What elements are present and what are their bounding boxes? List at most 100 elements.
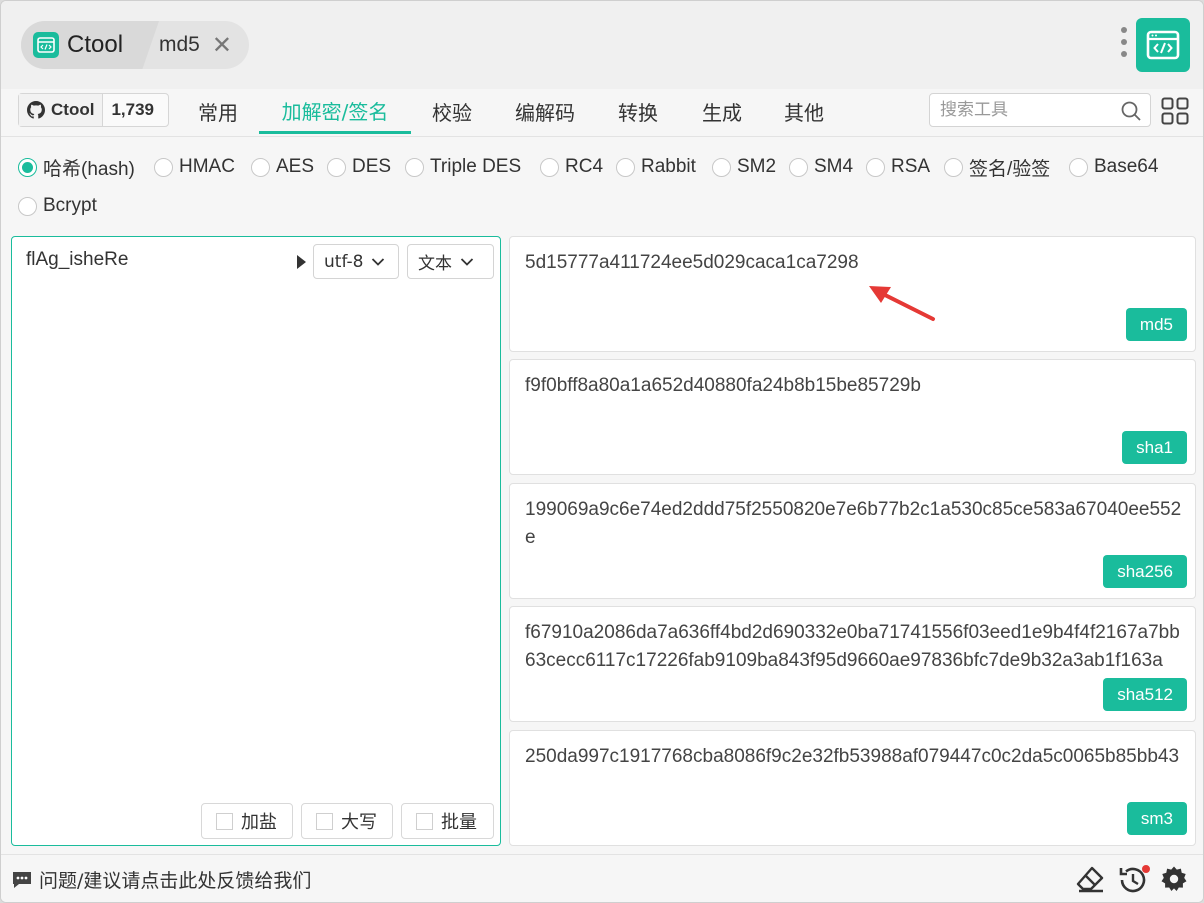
encoding-select-value: utf-8 — [324, 251, 364, 272]
github-star-count: 1,739 — [111, 100, 154, 119]
tab-verify[interactable]: 校验 — [421, 89, 483, 134]
tab-other[interactable]: 其他 — [773, 89, 835, 134]
checkbox-label: 加盐 — [241, 812, 277, 833]
app-logo-icon[interactable] — [1136, 18, 1190, 72]
result-value[interactable]: f9f0bff8a80a1a652d40880fa24b8b15be85729b — [525, 372, 1185, 400]
input-panel[interactable]: flAg_isheRe utf-8 文本 加盐 大写 批量 — [11, 236, 501, 846]
result-tag-sha256[interactable]: sha256 — [1103, 555, 1187, 588]
radio-sign-verify[interactable]: 签名/验签 — [944, 154, 1050, 180]
radio-rabbit[interactable]: Rabbit — [616, 154, 696, 180]
radio-circle — [18, 196, 37, 216]
more-menu-icon[interactable] — [1119, 27, 1129, 61]
result-tag-md5[interactable]: md5 — [1125, 308, 1187, 341]
radio-label: RSA — [891, 156, 931, 177]
radio-circle — [1069, 157, 1088, 177]
play-icon[interactable] — [296, 254, 307, 270]
radio-des[interactable]: DES — [327, 154, 391, 180]
result-value[interactable]: 5d15777a411724ee5d029caca1ca7298 — [525, 249, 1185, 277]
checkbox-label: 大写 — [341, 812, 377, 833]
radio-circle — [251, 157, 270, 177]
format-select-value: 文本 — [418, 254, 452, 274]
tab-generate[interactable]: 生成 — [691, 89, 753, 134]
result-value[interactable]: f67910a2086da7a636ff4bd2d690332e0ba71741… — [525, 619, 1185, 675]
radio-label: DES — [352, 156, 392, 177]
eraser-icon[interactable] — [1075, 865, 1105, 893]
tab-ctool-label: Ctool — [67, 31, 124, 58]
chat-bubble-icon — [13, 871, 31, 888]
tab-encrypt-sign[interactable]: 加解密/签名 — [259, 89, 411, 134]
tab-encode-decode[interactable]: 编解码 — [503, 89, 587, 134]
radio-circle — [327, 157, 346, 177]
radio-label: RC4 — [565, 156, 604, 177]
title-bar: Ctool md5 ✕ — [1, 1, 1203, 89]
radio-circle — [540, 157, 559, 177]
checkbox-box — [316, 812, 333, 830]
radio-label: 签名/验签 — [969, 158, 1051, 180]
batch-checkbox[interactable]: 批量 — [401, 803, 494, 839]
github-badge[interactable]: Ctool 1,739 — [18, 93, 169, 127]
close-icon[interactable]: ✕ — [212, 33, 232, 57]
radio-aes[interactable]: AES — [251, 154, 314, 180]
radio-bcrypt[interactable]: Bcrypt — [18, 193, 97, 219]
grid-icon[interactable] — [1161, 97, 1189, 125]
radio-label: Bcrypt — [43, 195, 97, 216]
radio-hmac[interactable]: HMAC — [154, 154, 235, 180]
encoding-select[interactable]: utf-8 — [313, 244, 399, 279]
chevron-down-icon — [460, 257, 474, 266]
radio-label: SM4 — [814, 156, 854, 177]
radio-rc4[interactable]: RC4 — [540, 154, 603, 180]
result-tag-sm3[interactable]: sm3 — [1126, 802, 1187, 835]
result-md5[interactable]: 5d15777a411724ee5d029caca1ca7298 md5 — [509, 236, 1196, 352]
result-value[interactable]: 250da997c1917768cba8086f9c2e32fb53988af0… — [525, 743, 1185, 771]
nav-bar: Ctool 1,739 常用 加解密/签名 校验 编解码 转换 生成 其他 — [1, 89, 1203, 137]
search-box — [929, 93, 1151, 127]
radio-label: AES — [276, 156, 315, 177]
radio-triple-des[interactable]: Triple DES — [405, 154, 521, 180]
tab-common[interactable]: 常用 — [187, 89, 249, 134]
result-sha512[interactable]: f67910a2086da7a636ff4bd2d690332e0ba71741… — [509, 606, 1196, 722]
radio-rsa[interactable]: RSA — [866, 154, 930, 180]
radio-sm4[interactable]: SM4 — [789, 154, 853, 180]
radio-hash[interactable]: 哈希(hash) — [18, 154, 135, 180]
result-tag-sha1[interactable]: sha1 — [1122, 431, 1187, 464]
radio-label: HMAC — [179, 156, 235, 177]
radio-base64[interactable]: Base64 — [1069, 154, 1158, 180]
feedback-link[interactable]: 问题/建议请点击此处反馈给我们 — [11, 866, 311, 893]
tab-md5[interactable]: md5 ✕ — [159, 21, 249, 69]
tab-group: Ctool md5 ✕ — [21, 21, 249, 69]
result-sha1[interactable]: f9f0bff8a80a1a652d40880fa24b8b15be85729b… — [509, 359, 1196, 475]
search-icon[interactable] — [1120, 100, 1142, 122]
format-select[interactable]: 文本 — [407, 244, 494, 279]
settings-gear-icon[interactable] — [1160, 865, 1188, 893]
feedback-text: 问题/建议请点击此处反馈给我们 — [39, 870, 312, 892]
ctool-logo-icon — [33, 32, 59, 58]
radio-label: SM2 — [737, 156, 777, 177]
search-input[interactable] — [940, 100, 1120, 120]
annotation-arrow-icon — [869, 286, 935, 321]
radio-label: Base64 — [1094, 156, 1159, 177]
uppercase-checkbox[interactable]: 大写 — [301, 803, 393, 839]
result-sha256[interactable]: 199069a9c6e74ed2ddd75f2550820e7e6b77b2c1… — [509, 483, 1196, 599]
tab-ctool[interactable]: Ctool — [21, 21, 159, 69]
result-tag-sha512[interactable]: sha512 — [1103, 678, 1187, 711]
app-window: Ctool md5 ✕ Ctool 1,739 常用 加解密/签名 校验 编解码… — [0, 0, 1204, 903]
result-sm3[interactable]: 250da997c1917768cba8086f9c2e32fb53988af0… — [509, 730, 1196, 846]
result-value[interactable]: 199069a9c6e74ed2ddd75f2550820e7e6b77b2c1… — [525, 496, 1185, 552]
radio-circle — [405, 157, 424, 177]
tab-convert[interactable]: 转换 — [607, 89, 669, 134]
github-label: Ctool — [19, 94, 104, 126]
radio-circle — [712, 157, 731, 177]
radio-label: Triple DES — [430, 156, 522, 177]
checkbox-box — [416, 812, 433, 830]
history-icon[interactable] — [1117, 865, 1151, 895]
radio-label: Rabbit — [641, 156, 696, 177]
radio-circle — [944, 157, 963, 177]
radio-sm2[interactable]: SM2 — [712, 154, 776, 180]
input-textarea[interactable]: flAg_isheRe — [26, 249, 128, 271]
checkbox-label: 批量 — [441, 812, 477, 833]
github-label-text: Ctool — [51, 100, 95, 119]
salt-checkbox[interactable]: 加盐 — [201, 803, 293, 839]
radio-circle — [616, 157, 635, 177]
radio-circle — [866, 157, 885, 177]
checkbox-box — [216, 812, 233, 830]
